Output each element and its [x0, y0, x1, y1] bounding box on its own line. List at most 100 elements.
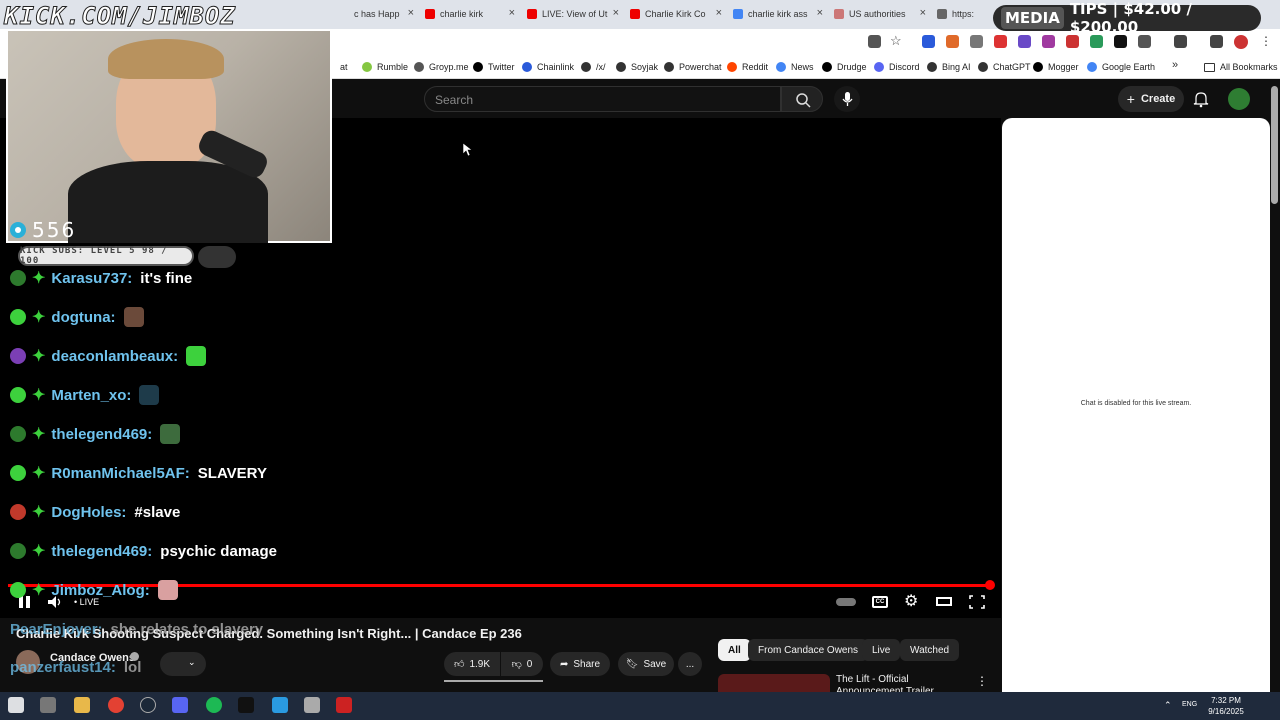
share-button[interactable]: ➦ Share: [550, 652, 610, 676]
chat-username[interactable]: Karasu737:: [51, 270, 132, 287]
settings-button[interactable]: ⚙: [904, 594, 922, 610]
spotify-icon[interactable]: [206, 697, 222, 713]
bookmark-item[interactable]: ChatGPT: [978, 60, 1031, 74]
install-icon[interactable]: [868, 35, 881, 48]
chat-username[interactable]: thelegend469:: [51, 543, 152, 560]
progress-scrubber[interactable]: [985, 580, 995, 590]
bookmark-item[interactable]: Groyp.me: [414, 60, 469, 74]
browser-tab[interactable]: Charlie Kirk Co ×: [630, 4, 722, 24]
bookmark-item[interactable]: Twitter: [473, 60, 515, 74]
chat-username[interactable]: R0manMichael5AF:: [51, 465, 189, 482]
menu-dots-icon[interactable]: ⋮: [1260, 34, 1272, 48]
bookmark-item[interactable]: News: [776, 60, 814, 74]
steam-icon[interactable]: [140, 697, 156, 713]
tab-label: charlie kirk ass: [748, 9, 808, 19]
bookmark-item[interactable]: /x/: [581, 60, 606, 74]
discord-icon[interactable]: [172, 697, 188, 713]
chat-username[interactable]: dogtuna:: [51, 309, 115, 326]
fullscreen-button[interactable]: [968, 594, 986, 610]
chat-username[interactable]: PearEnjoyer:: [10, 621, 103, 638]
sidebar-icon[interactable]: [1174, 35, 1187, 48]
system-clock[interactable]: 7:32 PM 9/16/2025: [1196, 695, 1256, 717]
bookmark-item[interactable]: at: [340, 60, 348, 74]
chat-username[interactable]: thelegend469:: [51, 426, 152, 443]
profile-avatar[interactable]: [1234, 35, 1248, 49]
bookmark-item[interactable]: Drudge: [822, 60, 867, 74]
bookmark-item[interactable]: Mogger: [1033, 60, 1079, 74]
captions-button[interactable]: CC: [872, 594, 890, 610]
all-bookmarks-button[interactable]: All Bookmarks: [1204, 60, 1278, 74]
bookmark-item[interactable]: Reddit: [727, 60, 768, 74]
task-view-icon[interactable]: [40, 697, 56, 713]
chrome-icon[interactable]: [108, 697, 124, 713]
recommended-video-thumbnail[interactable]: [718, 674, 830, 692]
browser-tab[interactable]: https:: [937, 4, 981, 24]
filter-chip[interactable]: Live: [862, 639, 901, 661]
bookmark-item[interactable]: Chainlink: [522, 60, 574, 74]
chat-username[interactable]: Jimboz_Alog:: [51, 582, 149, 599]
close-tab-icon[interactable]: ×: [408, 7, 414, 19]
star-icon[interactable]: ☆: [890, 33, 902, 49]
bookmark-item[interactable]: Bing AI: [927, 60, 971, 74]
account-avatar[interactable]: [1228, 88, 1250, 110]
browser-tab[interactable]: US authorities ×: [834, 4, 926, 24]
extension-icon[interactable]: [1018, 35, 1031, 48]
autoplay-toggle[interactable]: [836, 594, 858, 610]
bookmarks-overflow-icon[interactable]: »: [1172, 59, 1178, 71]
bookmark-item[interactable]: Google Earth: [1087, 60, 1155, 74]
search-input[interactable]: Search: [424, 86, 781, 112]
chat-username[interactable]: panzerfaust14:: [10, 659, 116, 676]
extension-icon[interactable]: [1066, 35, 1079, 48]
close-tab-icon[interactable]: ×: [817, 7, 823, 19]
extension-icon[interactable]: [946, 35, 959, 48]
puzzle-icon[interactable]: [1138, 35, 1151, 48]
x-extension-icon[interactable]: [1114, 35, 1127, 48]
bookmark-item[interactable]: Soyjak: [616, 60, 658, 74]
bookmark-item[interactable]: Discord: [874, 60, 920, 74]
app-icon[interactable]: [336, 697, 352, 713]
extension-icon[interactable]: [994, 35, 1007, 48]
save-button[interactable]: 🔖︎ Save: [618, 652, 674, 676]
video-menu-icon[interactable]: ⋮: [976, 674, 988, 688]
recommended-video-title[interactable]: The Lift - Official: [836, 674, 909, 685]
create-button[interactable]: + Create: [1118, 86, 1184, 112]
like-button[interactable]: 👍︎ 1.9K: [444, 652, 500, 676]
tray-chevron-icon[interactable]: ⌃: [1164, 700, 1172, 711]
terminal-icon[interactable]: [238, 697, 254, 713]
bookmark-item[interactable]: Rumble: [362, 60, 408, 74]
notifications-button[interactable]: [1193, 90, 1209, 108]
search-button[interactable]: [781, 86, 823, 112]
extension-icon[interactable]: [1042, 35, 1055, 48]
theater-mode-button[interactable]: [936, 594, 954, 610]
telegram-icon[interactable]: [272, 697, 288, 713]
close-tab-icon[interactable]: ×: [920, 7, 926, 19]
app-icon[interactable]: [304, 697, 320, 713]
extension-icon[interactable]: [970, 35, 983, 48]
chat-username[interactable]: DogHoles:: [51, 504, 126, 521]
windows-start-icon[interactable]: [8, 697, 24, 713]
filter-chip[interactable]: All: [718, 639, 751, 661]
bookmark-item[interactable]: Powerchat: [664, 60, 722, 74]
language-indicator[interactable]: ENG: [1182, 701, 1197, 708]
browser-tab[interactable]: LIVE: View of Ut ×: [527, 4, 619, 24]
sub-gem-icon: ✦: [32, 543, 46, 560]
extension-icon[interactable]: [922, 35, 935, 48]
reading-list-icon[interactable]: [1210, 35, 1223, 48]
filter-chip[interactable]: From Candace Owens: [748, 639, 869, 661]
close-tab-icon[interactable]: ×: [509, 7, 515, 19]
voice-search-button[interactable]: [834, 86, 860, 112]
browser-tab[interactable]: charlie kirk ass ×: [733, 4, 823, 24]
extension-icon[interactable]: [1090, 35, 1103, 48]
chat-username[interactable]: Marten_xo:: [51, 387, 131, 404]
notification-bell-button[interactable]: ⌄: [160, 652, 206, 676]
browser-tab[interactable]: c has Happ ×: [354, 4, 414, 24]
close-tab-icon[interactable]: ×: [716, 7, 722, 19]
more-actions-button[interactable]: ...: [678, 652, 702, 676]
chat-username[interactable]: deaconlambeaux:: [51, 348, 178, 365]
page-scrollbar[interactable]: [1271, 86, 1278, 204]
dislike-button[interactable]: 👎︎ 0: [501, 652, 543, 676]
browser-tab[interactable]: charlie kirk ×: [425, 4, 515, 24]
close-tab-icon[interactable]: ×: [613, 7, 619, 19]
file-explorer-icon[interactable]: [74, 697, 90, 713]
filter-chip[interactable]: Watched: [900, 639, 960, 661]
